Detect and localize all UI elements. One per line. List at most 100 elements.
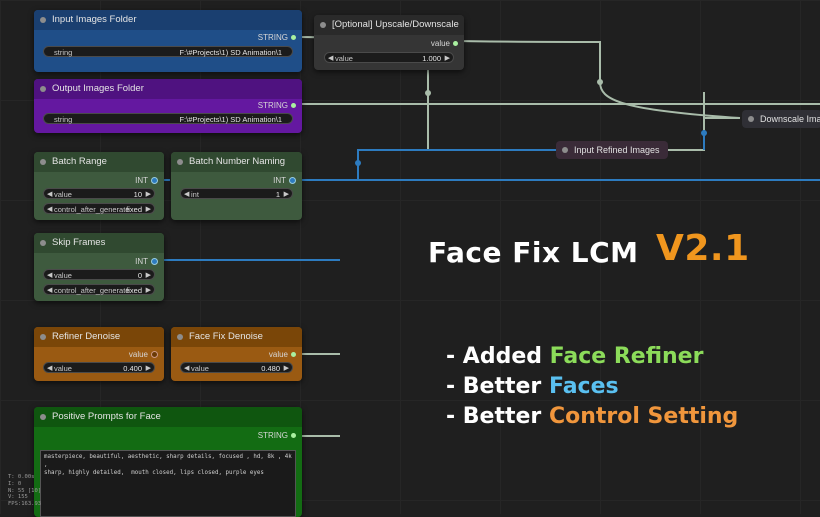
node-header[interactable]: Refiner Denoise	[34, 327, 164, 347]
node-header[interactable]: Output Images Folder	[34, 79, 302, 99]
field-label: string	[54, 48, 73, 57]
number-stepper[interactable]: ◀ value 0.480 ▶	[180, 362, 293, 373]
prev-arrow-icon[interactable]: ◀	[47, 285, 52, 296]
output-slot[interactable]: STRING	[258, 431, 296, 440]
output-slot[interactable]: value	[431, 39, 458, 48]
stat-line: N: 55 [10]	[8, 487, 42, 494]
increment-arrow-icon[interactable]: ▶	[445, 53, 450, 64]
collapse-dot-icon[interactable]	[40, 334, 46, 340]
node-title: Input Refined Images	[574, 145, 660, 155]
field-label: value	[335, 54, 353, 63]
node-upscale-downscale[interactable]: [Optional] Upscale/Downscale value ◀ valu…	[314, 15, 464, 70]
number-stepper[interactable]: ◀ value 0 ▶	[43, 269, 155, 280]
control-after-generate-select[interactable]: ◀ control_after_generate fixed ▶	[43, 203, 155, 214]
feature-prefix: - Better	[446, 374, 549, 399]
node-header[interactable]: Batch Number Naming	[171, 152, 302, 172]
increment-arrow-icon[interactable]: ▶	[146, 189, 151, 200]
node-face-fix-denoise[interactable]: Face Fix Denoise value ◀ value 0.480 ▶	[171, 327, 302, 381]
field-value: F:\#Projects\1) SD Animation\1	[179, 115, 282, 124]
increment-arrow-icon[interactable]: ▶	[284, 189, 289, 200]
stat-line: V: 155	[8, 494, 28, 501]
increment-arrow-icon[interactable]: ▶	[146, 363, 151, 374]
output-slot[interactable]: INT	[273, 176, 296, 185]
field-value: fixed	[126, 205, 142, 214]
number-stepper[interactable]: ◀ value 0.400 ▶	[43, 362, 155, 373]
node-output-images-folder[interactable]: Output Images Folder STRING string F:\#Pr…	[34, 79, 302, 133]
output-slot[interactable]: INT	[135, 257, 158, 266]
collapse-dot-icon[interactable]	[40, 86, 46, 92]
output-slot[interactable]: STRING	[258, 33, 296, 42]
increment-arrow-icon[interactable]: ▶	[146, 270, 151, 281]
node-refiner-denoise[interactable]: Refiner Denoise value ◀ value 0.400 ▶	[34, 327, 164, 381]
reroute-dot	[597, 79, 603, 85]
prompt-textarea[interactable]: masterpiece, beautiful, aesthetic, sharp…	[40, 450, 296, 517]
node-header[interactable]: Batch Range	[34, 152, 164, 172]
string-field[interactable]: string F:\#Projects\1) SD Animation\1	[43, 46, 293, 57]
collapse-dot-icon[interactable]	[177, 334, 183, 340]
promo-title: Face Fix LCM	[428, 236, 639, 269]
output-port-icon[interactable]	[291, 352, 296, 358]
output-slot[interactable]: STRING	[258, 101, 296, 110]
node-header[interactable]: [Optional] Upscale/Downscale	[314, 15, 464, 35]
field-value: 1.000	[422, 54, 441, 63]
decrement-arrow-icon[interactable]: ◀	[47, 189, 52, 200]
output-port-icon[interactable]	[291, 433, 296, 439]
prev-arrow-icon[interactable]: ◀	[47, 204, 52, 215]
node-input-images-folder[interactable]: Input Images Folder STRING string F:\#Pro…	[34, 10, 302, 72]
field-value: F:\#Projects\1) SD Animation\1	[179, 48, 282, 57]
output-port-icon[interactable]	[291, 35, 296, 41]
feature-prefix: - Better	[446, 404, 549, 429]
output-label: value	[128, 350, 148, 359]
node-batch-number-naming[interactable]: Batch Number Naming INT ◀ int 1 ▶	[171, 152, 302, 220]
node-title: Face Fix Denoise	[189, 331, 263, 342]
node-title: Batch Range	[52, 156, 107, 167]
increment-arrow-icon[interactable]: ▶	[284, 363, 289, 374]
stat-line: I: 0	[8, 480, 22, 487]
feature-highlight: Control Setting	[548, 404, 739, 429]
next-arrow-icon[interactable]: ▶	[146, 285, 151, 296]
output-slot[interactable]: value	[269, 350, 296, 359]
node-header[interactable]: Positive Prompts for Face	[34, 407, 302, 427]
decrement-arrow-icon[interactable]: ◀	[184, 189, 189, 200]
node-header[interactable]: Skip Frames	[34, 233, 164, 253]
node-skip-frames[interactable]: Skip Frames INT ◀ value 0 ▶ ◀ control_after_…	[34, 233, 164, 301]
output-label: INT	[135, 176, 148, 185]
node-header[interactable]: Input Images Folder	[34, 10, 302, 30]
node-downscale[interactable]: Downscale Ima	[742, 110, 820, 128]
number-stepper[interactable]: ◀ int 1 ▶	[180, 188, 293, 199]
node-header[interactable]: Face Fix Denoise	[171, 327, 302, 347]
output-port-icon[interactable]	[289, 177, 296, 185]
output-port-icon[interactable]	[291, 103, 296, 109]
output-port-icon[interactable]	[151, 351, 158, 359]
decrement-arrow-icon[interactable]: ◀	[47, 270, 52, 281]
collapse-dot-icon[interactable]	[562, 147, 568, 153]
output-label: STRING	[257, 33, 288, 42]
decrement-arrow-icon[interactable]: ◀	[47, 363, 52, 374]
node-input-refined-images[interactable]: Input Refined Images	[556, 141, 668, 159]
collapse-dot-icon[interactable]	[40, 240, 46, 246]
collapse-dot-icon[interactable]	[320, 22, 326, 28]
collapse-dot-icon[interactable]	[40, 414, 46, 420]
string-field[interactable]: string F:\#Projects\1) SD Animation\1	[43, 113, 293, 124]
collapse-dot-icon[interactable]	[748, 116, 754, 122]
decrement-arrow-icon[interactable]: ◀	[184, 363, 189, 374]
number-stepper[interactable]: ◀ value 10 ▶	[43, 188, 155, 199]
wire-int-up	[357, 149, 556, 180]
output-port-icon[interactable]	[151, 177, 158, 185]
feature-highlight: Face Refiner	[549, 344, 704, 369]
output-slot[interactable]: value	[129, 350, 158, 359]
collapse-dot-icon[interactable]	[177, 159, 183, 165]
number-stepper[interactable]: ◀ value 1.000 ▶	[324, 52, 454, 63]
output-slot[interactable]: INT	[135, 176, 158, 185]
feature-prefix: - Added	[446, 344, 550, 369]
node-batch-range[interactable]: Batch Range INT ◀ value 10 ▶ ◀ control_after…	[34, 152, 164, 220]
feature-line: - Added Face Refiner	[446, 344, 703, 369]
node-positive-prompts[interactable]: Positive Prompts for Face STRING masterp…	[34, 407, 302, 517]
decrement-arrow-icon[interactable]: ◀	[328, 53, 333, 64]
control-after-generate-select[interactable]: ◀ control_after_generate fixed ▶	[43, 284, 155, 295]
next-arrow-icon[interactable]: ▶	[146, 204, 151, 215]
output-port-icon[interactable]	[151, 258, 158, 266]
output-port-icon[interactable]	[453, 41, 458, 47]
collapse-dot-icon[interactable]	[40, 17, 46, 23]
collapse-dot-icon[interactable]	[40, 159, 46, 165]
